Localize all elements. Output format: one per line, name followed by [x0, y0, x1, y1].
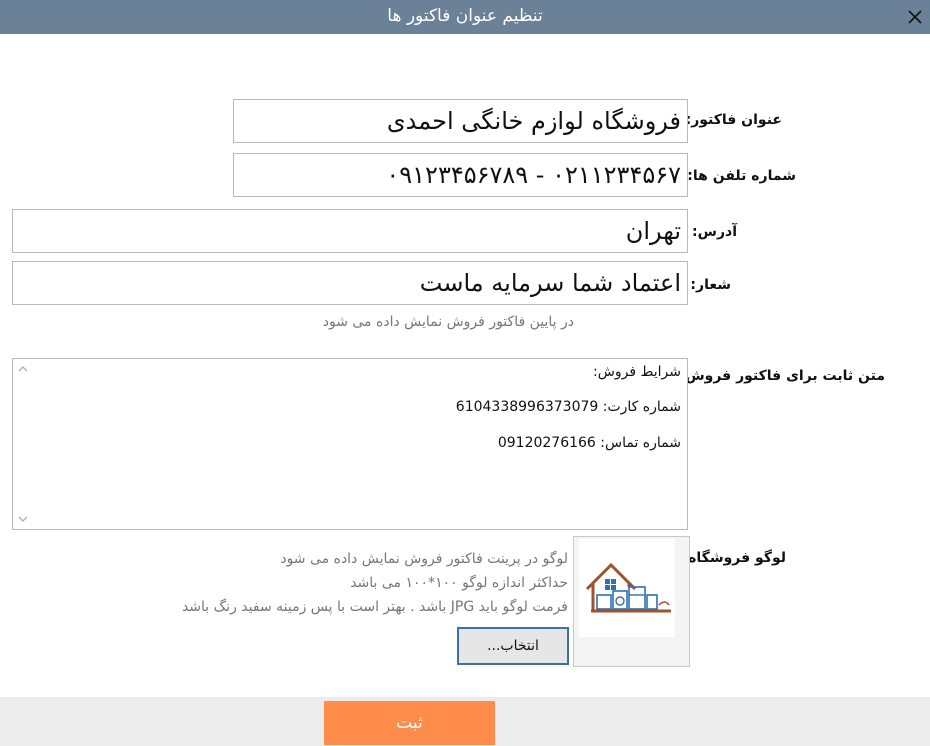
fixed-text-line: شرایط فروش: [593, 364, 681, 380]
textarea-scrollbar[interactable] [13, 359, 33, 529]
logo-image [579, 539, 675, 637]
home-appliances-logo-icon [585, 562, 671, 613]
choose-logo-button[interactable]: انتخاب... [457, 627, 569, 665]
scroll-down-arrow-icon[interactable] [18, 515, 28, 523]
address-input[interactable]: تهران [12, 209, 688, 253]
fixed-text-textarea[interactable]: شرایط فروش: شماره کارت: 6104338996373079… [12, 358, 688, 530]
fixed-text-line: شماره تماس: 09120276166 [497, 435, 681, 451]
submit-button[interactable]: ثبت [324, 701, 495, 745]
window-title: تنظیم عنوان فاکتور ها [387, 6, 543, 26]
phones-input[interactable]: ۰۲۱۱۲۳۴۵۶۷ - ۰۹۱۲۳۴۵۶۷۸۹ [233, 153, 688, 197]
invoice-title-input[interactable]: فروشگاه لوازم خانگی احمدی [233, 99, 688, 143]
scroll-up-arrow-icon[interactable] [18, 365, 28, 373]
close-icon [908, 10, 922, 24]
fixed-text-line: شماره کارت: 6104338996373079 [455, 399, 681, 415]
fixed-text-label: متن ثابت برای فاکتور فروش: [679, 368, 885, 384]
slogan-input[interactable]: اعتماد شما سرمایه ماست [12, 261, 688, 305]
logo-hint-line: لوگو در پرینت فاکتور فروش نمایش داده می … [280, 551, 568, 567]
logo-hint-line: حداکثر اندازه لوگو ۱۰۰*۱۰۰ می باشد [350, 575, 568, 591]
close-button[interactable] [900, 2, 930, 32]
title-bar: تنظیم عنوان فاکتور ها [0, 0, 930, 34]
logo-hint-line: فرمت لوگو باید JPG باشد . بهتر است با پس… [181, 599, 568, 615]
slogan-hint: در پایین فاکتور فروش نمایش داده می شود [322, 314, 574, 330]
logo-preview [573, 536, 690, 667]
